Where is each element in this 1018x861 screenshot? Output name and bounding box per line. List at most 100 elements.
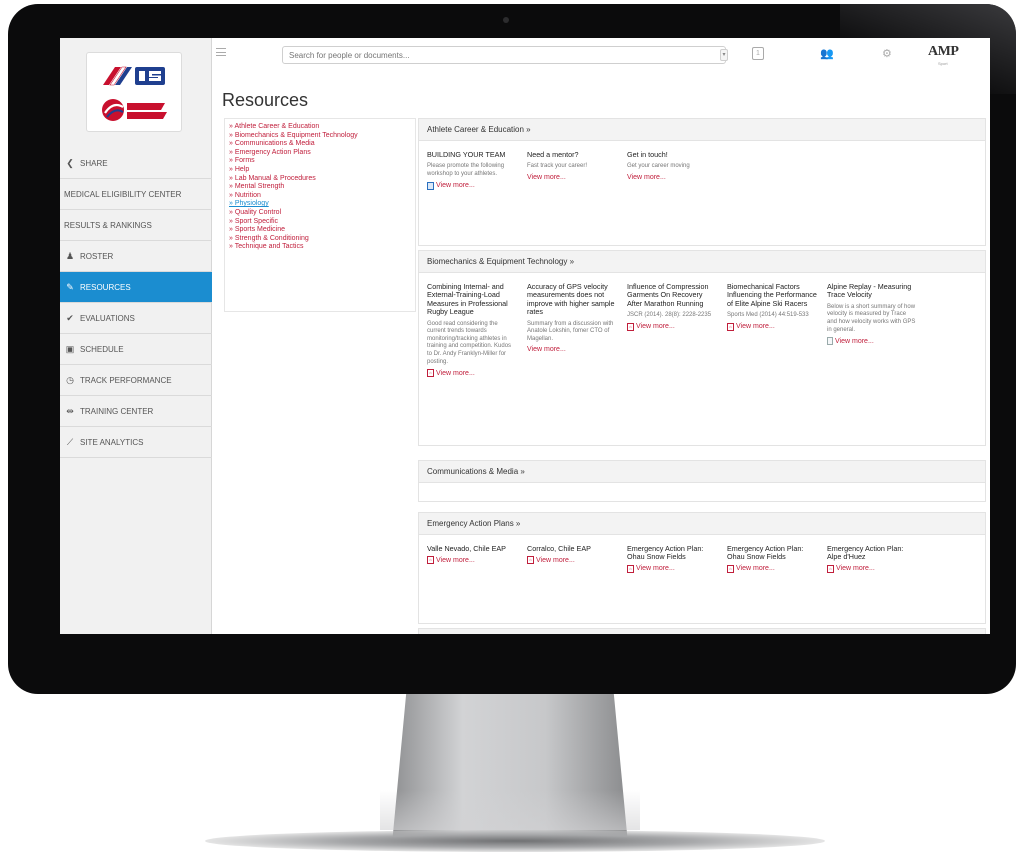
card-title: Valle Nevado, Chile EAP: [427, 544, 506, 553]
view-more-label: View more...: [736, 323, 775, 331]
sidebar-item-evaluations[interactable]: ✔ EVALUATIONS: [60, 303, 212, 334]
section-header-partial: [419, 629, 985, 634]
topbar: ▾ 1 👥 ⚙ AMP Sport: [212, 38, 990, 80]
view-more-link[interactable]: View more...: [827, 337, 917, 346]
pdf-icon: ⌂: [627, 564, 634, 573]
card-title: Combining Internal- and External-Trainin…: [427, 282, 508, 317]
card-description: Below is a short summary of how velocity…: [827, 303, 916, 333]
view-more-link[interactable]: ⌂ View more...: [827, 564, 917, 573]
resource-link[interactable]: » Communications & Media: [229, 140, 411, 149]
sidebar-item-results-rankings[interactable]: RESULTS & RANKINGS: [60, 210, 212, 241]
card-title: BUILDING YOUR TEAM: [427, 150, 506, 159]
card-title: Get in touch!: [627, 150, 668, 159]
resource-link[interactable]: » Help: [229, 166, 411, 175]
section-emergency-action-plans: Emergency Action Plans » Valle Nevado, C…: [418, 512, 986, 624]
resource-link[interactable]: » Technique and Tactics: [229, 243, 411, 252]
sidebar-item-label: RESOURCES: [80, 282, 131, 292]
search-input[interactable]: [282, 46, 726, 64]
card-title: Corralco, Chile EAP: [527, 544, 591, 553]
view-more-link[interactable]: View more...: [627, 174, 717, 181]
sidebar-item-label: SHARE: [80, 158, 108, 168]
card-description: Good read considering the current trends…: [427, 320, 512, 365]
search-dropdown-icon[interactable]: ▾: [720, 49, 728, 61]
resource-link[interactable]: » Athlete Career & Education: [229, 123, 411, 132]
view-more-link[interactable]: ⌂ View more...: [527, 556, 617, 565]
view-more-link[interactable]: ⌂ View more...: [627, 322, 717, 331]
resource-card: Combining Internal- and External-Trainin…: [427, 282, 517, 378]
us-ski-team-logo-icon: [103, 66, 165, 86]
menu-icon[interactable]: [216, 48, 226, 56]
monitor-stand-curve: [380, 790, 640, 830]
section-header-comms[interactable]: Communications & Media »: [419, 461, 985, 483]
resource-link[interactable]: » Sport Specific: [229, 218, 411, 227]
card-title: Emergency Action Plan: Ohau Snow Fields: [627, 544, 704, 562]
section-biomechanics: Biomechanics & Equipment Technology » Co…: [418, 250, 986, 446]
pdf-icon: ⌂: [627, 322, 634, 331]
resource-link[interactable]: » Quality Control: [229, 209, 411, 218]
sidebar-item-resources[interactable]: ✎ RESOURCES: [60, 272, 212, 303]
notification-icon[interactable]: 1: [752, 47, 764, 60]
view-more-link[interactable]: View more...: [527, 346, 617, 353]
view-more-label: View more...: [536, 556, 575, 564]
resource-link[interactable]: » Nutrition: [229, 192, 411, 201]
card-title: Influence of Compression Garments On Rec…: [627, 282, 709, 308]
gear-icon[interactable]: ⚙: [882, 47, 892, 60]
view-more-label: View more...: [436, 369, 475, 377]
resource-card: Emergency Action Plan: Alpe d'Huez ⌂ View …: [827, 544, 917, 573]
card-title: Accuracy of GPS velocity measurements do…: [527, 282, 615, 317]
view-more-link[interactable]: View more...: [527, 174, 617, 181]
card-title: Emergency Action Plan: Ohau Snow Fields: [727, 544, 804, 562]
view-more-link[interactable]: ⌂ View more...: [727, 322, 817, 331]
view-more-label: View more...: [436, 182, 475, 190]
sidebar-item-share[interactable]: ❮ SHARE: [60, 148, 212, 179]
resource-link[interactable]: » Physiology: [229, 200, 411, 209]
pdf-icon: ⌂: [727, 322, 734, 331]
section-header-career[interactable]: Athlete Career & Education »: [419, 119, 985, 141]
view-more-label: View more...: [836, 565, 875, 573]
sidebar-item-roster[interactable]: ♟ ROSTER: [60, 241, 212, 272]
view-more-link[interactable]: ⌂ View more...: [627, 564, 717, 573]
sidebar-item-label: TRACK PERFORMANCE: [80, 375, 172, 385]
view-more-link[interactable]: ⌂ View more...: [727, 564, 817, 573]
resource-card: BUILDING YOUR TEAM Please promote the fol…: [427, 150, 517, 190]
view-more-link[interactable]: ⌂ View more...: [427, 369, 517, 378]
sidebar-item-track-performance[interactable]: ◷ TRACK PERFORMANCE: [60, 365, 212, 396]
sidebar-item-medical-eligibility-center[interactable]: MEDICAL ELIGIBILITY CENTER: [60, 179, 212, 210]
resource-link[interactable]: » Forms: [229, 157, 411, 166]
sidebar-item-site-analytics[interactable]: ⟋ SITE ANALYTICS: [60, 427, 212, 458]
resource-link[interactable]: » Mental Strength: [229, 183, 411, 192]
share-icon: ❮: [66, 157, 74, 168]
resource-link[interactable]: » Strength & Conditioning: [229, 235, 411, 244]
sidebar: ❮ SHARE MEDICAL ELIGIBILITY CENTER RESULTS …: [60, 38, 212, 634]
sidebar-item-training-center[interactable]: ⇹ TRAINING CENTER: [60, 396, 212, 427]
resource-card: Need a mentor? Fast track your career! Vie…: [527, 150, 617, 181]
resource-link[interactable]: » Lab Manual & Procedures: [229, 175, 411, 184]
us-freeskiing-logo-icon: [102, 99, 167, 121]
view-more-label: View more...: [436, 556, 475, 564]
section-header-eap[interactable]: Emergency Action Plans »: [419, 513, 985, 535]
calendar-icon: ▣: [65, 343, 75, 354]
view-more-label: View more...: [527, 174, 566, 181]
amp-logo[interactable]: AMP: [928, 44, 959, 60]
section-header-biomech[interactable]: Biomechanics & Equipment Technology »: [419, 251, 985, 273]
webcam-icon: [503, 17, 509, 23]
users-icon[interactable]: 👥: [820, 47, 834, 60]
view-more-link[interactable]: ⌂ View more...: [427, 556, 517, 565]
resource-card: Valle Nevado, Chile EAP ⌂ View more...: [427, 544, 517, 565]
sidebar-item-schedule[interactable]: ▣ SCHEDULE: [60, 334, 212, 365]
sidebar-item-label: SITE ANALYTICS: [80, 437, 144, 447]
resource-link[interactable]: » Sports Medicine: [229, 226, 411, 235]
resource-link[interactable]: » Emergency Action Plans: [229, 149, 411, 158]
view-more-label: View more...: [527, 346, 566, 354]
sidebar-item-label: SCHEDULE: [80, 344, 124, 354]
pdf-icon: ⌂: [427, 556, 434, 565]
resource-card: Emergency Action Plan: Ohau Snow Fields ⌂…: [727, 544, 817, 573]
stopwatch-icon: ◷: [66, 374, 74, 385]
pdf-icon: ⌂: [427, 369, 434, 378]
resource-link[interactable]: » Biomechanics & Equipment Technology: [229, 132, 411, 141]
sidebar-item-label: EVALUATIONS: [80, 313, 135, 323]
logo-box: [86, 52, 182, 132]
resource-card: Alpine Replay - Measuring Trace Velocity…: [827, 282, 917, 346]
view-more-label: View more...: [627, 174, 666, 181]
view-more-link[interactable]: View more...: [427, 181, 517, 190]
